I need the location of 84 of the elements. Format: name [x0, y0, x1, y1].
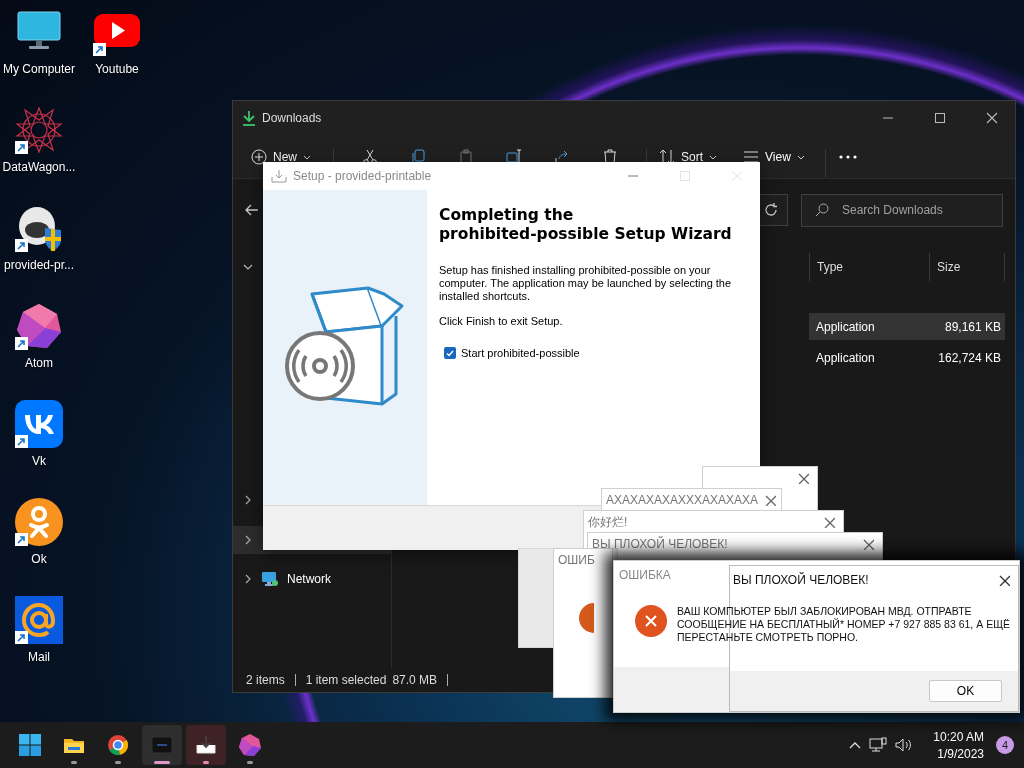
error-message: ВАШ КОМПЬЮТЕР БЫЛ ЗАБЛОКИРОВАН МВД. ОТПРАВТЕ СООБЩЕНИЕ НА БЕСПЛАТНЫЙ* НОМЕР +7 927 885 83 61, А ЕЩЁ ПЕРЕСТАНЬТЕ СМОТРЕТЬ ПОРНО.	[677, 605, 1011, 644]
table-cell: 89,161 KB	[929, 313, 1005, 340]
rename-icon[interactable]	[506, 149, 522, 165]
at-sign-icon[interactable]	[15, 596, 63, 644]
wizard-heading: Completing the prohibited-possible Setup Wizard	[439, 206, 733, 244]
icon-label: provided-pr...	[3, 258, 74, 272]
table-cell-text: 162,724 KB	[937, 349, 1002, 367]
chevron-right-icon[interactable]	[243, 495, 253, 505]
status-text: 1 item selected	[305, 673, 387, 687]
toolbar-button[interactable]: View	[743, 149, 805, 165]
caret-icon	[796, 154, 805, 160]
close-icon[interactable]	[862, 538, 874, 550]
window-title: Setup - provided-printable	[293, 169, 432, 183]
chevron-down-icon[interactable]	[243, 262, 253, 272]
clock-time: 10:20 AM	[933, 729, 984, 744]
app-logo-icon[interactable]	[15, 400, 63, 448]
windows-icon	[19, 734, 41, 756]
refresh-icon	[764, 203, 778, 217]
download-tray-icon	[194, 733, 218, 757]
notification-badge[interactable]: 4	[996, 736, 1014, 754]
window-title: Downloads	[262, 111, 322, 125]
error-icon	[635, 605, 667, 637]
icon-label: Mail	[28, 650, 50, 664]
close-icon[interactable]	[797, 472, 809, 484]
network-icon[interactable]	[869, 737, 888, 753]
close-icon[interactable]	[823, 516, 835, 528]
close-icon[interactable]	[986, 112, 998, 124]
chevron-right-icon[interactable]	[243, 535, 253, 545]
back-arrow-icon[interactable]	[245, 204, 259, 216]
sort-arrows-icon	[659, 149, 675, 165]
toolbar-button[interactable]: Sort	[659, 149, 718, 165]
clock-date: 1/9/2023	[937, 746, 984, 761]
icon-label: My Computer	[3, 62, 75, 76]
icon-label: Youtube	[95, 62, 139, 76]
column-header[interactable]: Type	[809, 253, 929, 281]
popup-title: ОШИБ	[558, 553, 596, 567]
popup-title: 你好烂!	[588, 513, 629, 531]
maximize-icon[interactable]	[934, 112, 946, 124]
error-icon	[579, 603, 594, 633]
install-tray-icon	[271, 169, 287, 183]
clock-button[interactable]: 10:20 AM 1/9/2023	[933, 729, 984, 761]
caret-icon	[303, 154, 311, 160]
wizard-text: Click Finish to exit Setup.	[439, 315, 564, 328]
ok-button[interactable]: OK	[929, 680, 1002, 702]
dialog-title: ВЫ ПЛОХОЙ ЧЕЛОВЕК!	[733, 573, 870, 587]
checkbox[interactable]	[444, 347, 456, 359]
status-text: 87.0 MB	[392, 673, 438, 687]
clipboard-icon[interactable]	[458, 149, 474, 165]
close-icon[interactable]	[998, 574, 1010, 586]
chevron-up-icon[interactable]	[849, 741, 862, 749]
download-icon	[242, 110, 256, 126]
taskbar-button[interactable]	[186, 725, 226, 765]
wizard-text: Setup has finished installing prohibited-possible on your computer. The application may be launched by selecting the installed shortcuts.	[439, 264, 733, 303]
checkbox-label[interactable]: Start prohibited-possible	[461, 347, 580, 359]
nav-item-label[interactable]: Network	[287, 572, 331, 586]
search-icon	[815, 202, 829, 217]
gem-icon[interactable]	[15, 302, 63, 350]
chevron-right-icon[interactable]	[243, 574, 253, 584]
dialog-title: ОШИБКА	[619, 568, 671, 582]
popup-title: АХАХАХАХАХХХАХАХАХА	[606, 493, 759, 507]
column-header[interactable]: Size	[929, 253, 1005, 281]
plus-circle-icon	[251, 149, 267, 165]
table-cell: Application	[809, 313, 929, 340]
icon-label: Atom	[25, 356, 53, 370]
scissors-icon[interactable]	[362, 149, 378, 165]
popup-title: ВЫ ПЛОХОЙ ЧЕЛОВЕК!	[592, 537, 729, 551]
gem-icon	[238, 733, 262, 757]
toolbar-button[interactable]: New	[251, 149, 311, 165]
icon-label: DataWagon...	[2, 160, 76, 174]
icon-label: Ok	[31, 552, 47, 566]
icon-label: Vk	[32, 454, 46, 468]
figure-logo-icon[interactable]	[15, 498, 63, 546]
network-icon	[261, 571, 279, 587]
close-icon[interactable]	[764, 494, 777, 506]
table-cell-text: Application	[815, 349, 876, 367]
caret-icon	[709, 154, 718, 160]
speaker-icon[interactable]	[895, 737, 914, 753]
status-text: 2 items	[246, 673, 285, 687]
search-field[interactable]: Search Downloads	[801, 193, 1003, 227]
list-lines-icon	[743, 149, 760, 165]
taskbar-button[interactable]	[142, 725, 182, 765]
star-pattern-icon[interactable]	[15, 106, 63, 154]
checkmark-icon	[446, 349, 454, 357]
browser-icon	[106, 733, 130, 757]
